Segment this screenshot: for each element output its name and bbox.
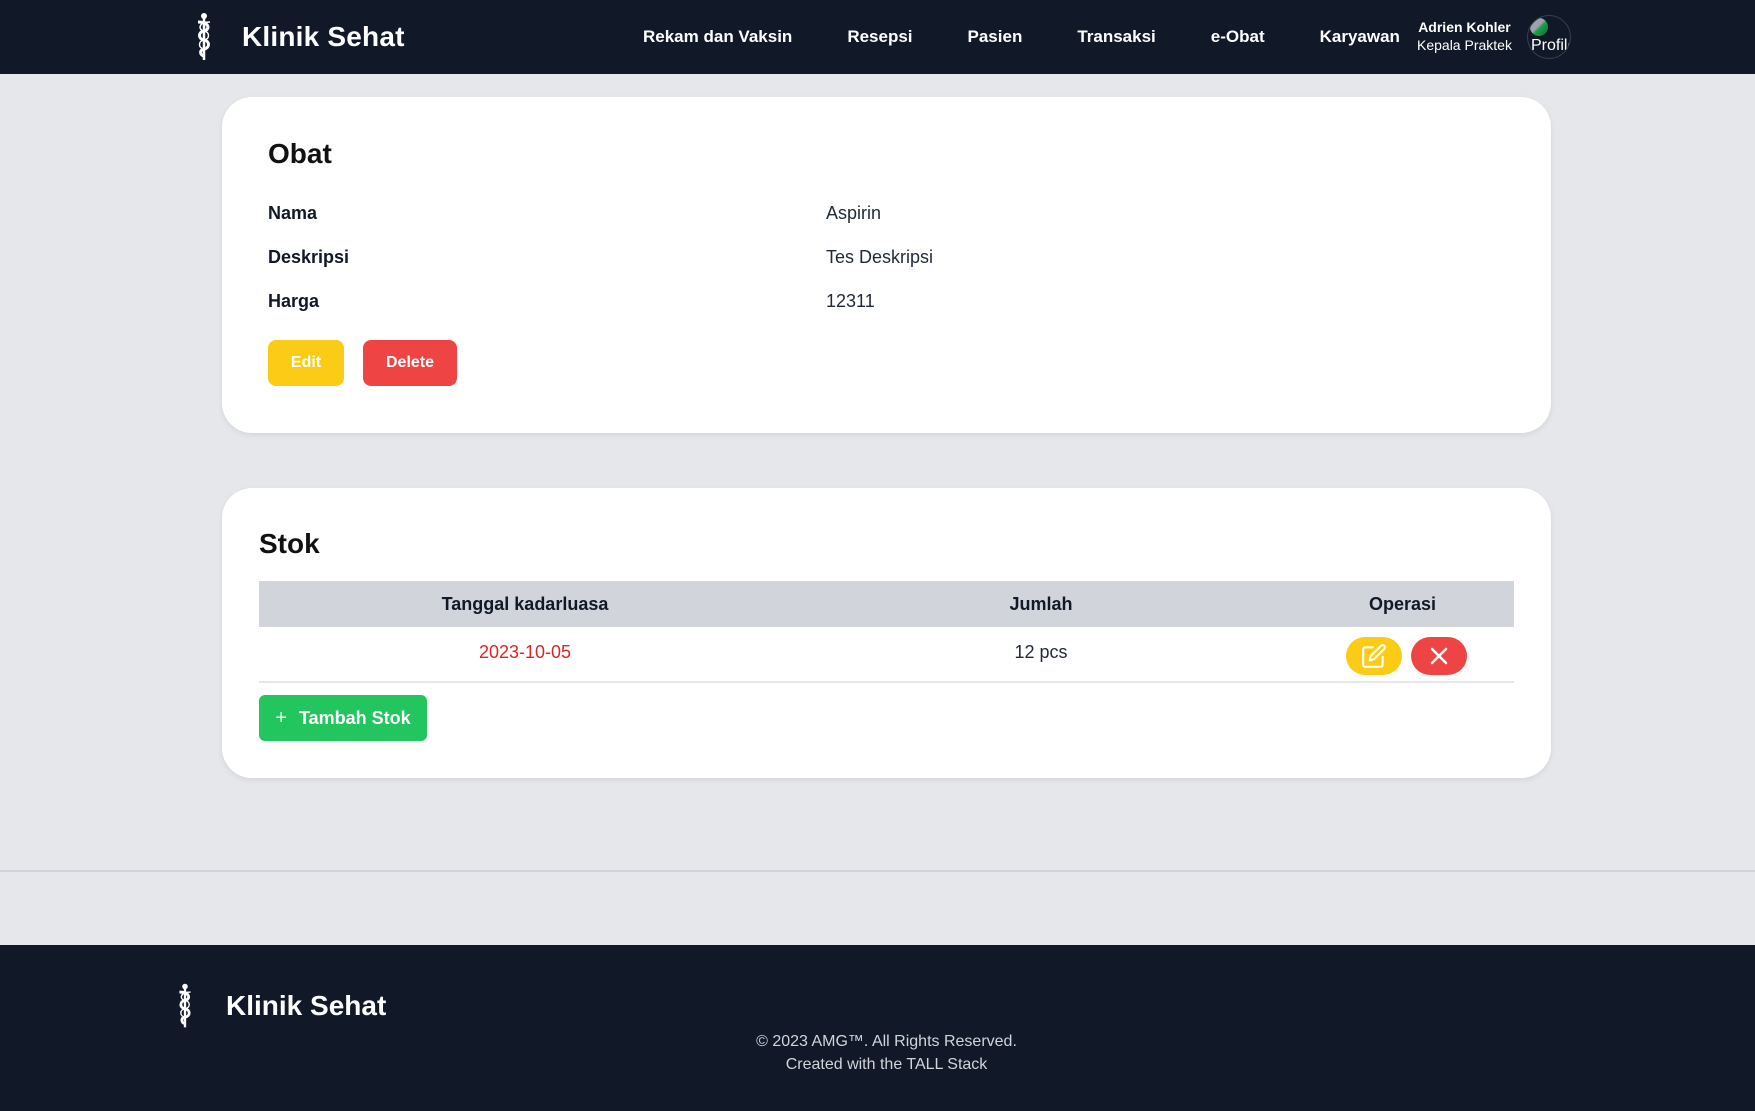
nama-value: Aspirin	[826, 203, 882, 223]
edit-button[interactable]: Edit	[268, 340, 344, 386]
column-header-operasi: Operasi	[1368, 594, 1437, 614]
delete-button[interactable]: Delete	[363, 340, 457, 386]
harga-value: 12311	[826, 291, 875, 311]
add-stock-label: Tambah Stok	[299, 707, 411, 728]
brand-logo-link[interactable]: Klinik Sehat	[190, 0, 405, 74]
deskripsi-value: Tes Deskripsi	[826, 247, 934, 267]
column-header-tanggal: Tanggal kadarluasa	[441, 594, 609, 614]
nav-e-obat[interactable]: e-Obat	[1211, 27, 1265, 47]
deskripsi-label: Deskripsi	[268, 247, 350, 267]
footer-divider	[0, 870, 1755, 872]
obat-title: Obat	[268, 138, 332, 169]
nav-transaksi[interactable]: Transaksi	[1077, 27, 1155, 47]
harga-label: Harga	[268, 291, 320, 311]
footer: Klinik Sehat © 2023 AMG™. All Rights Res…	[0, 945, 1755, 1111]
avatar-alt-text: Profile	[1531, 37, 1570, 54]
table-header: Tanggal kadarluasa Jumlah Operasi	[259, 581, 1514, 627]
table-row: 2023-10-05 12 pcs	[259, 627, 1514, 683]
column-header-jumlah: Jumlah	[1009, 594, 1073, 614]
broken-image-icon	[1530, 18, 1548, 36]
user-role: Kepala Praktek	[1417, 37, 1512, 53]
nav-pasien[interactable]: Pasien	[968, 27, 1023, 47]
add-stock-button[interactable]: + Tambah Stok	[259, 695, 427, 741]
edit-icon	[1362, 644, 1386, 668]
row-delete-button[interactable]	[1411, 637, 1467, 675]
footer-brand[interactable]: Klinik Sehat	[172, 981, 386, 1031]
nama-label: Nama	[268, 203, 318, 223]
user-info: Adrien Kohler Kepala Praktek	[1417, 18, 1512, 54]
cell-jumlah: 12 pcs	[1014, 642, 1068, 662]
row-edit-button[interactable]	[1346, 637, 1402, 675]
main-nav: Rekam dan Vaksin Resepsi Pasien Transaks…	[643, 0, 1400, 74]
footer-brand-name: Klinik Sehat	[226, 990, 387, 1021]
caduceus-icon	[197, 13, 211, 60]
nav-resepsi[interactable]: Resepsi	[847, 27, 912, 47]
cell-tanggal: 2023-10-05	[478, 642, 572, 662]
plus-icon: +	[275, 707, 287, 729]
top-navbar: Klinik Sehat Rekam dan Vaksin Resepsi Pa…	[0, 0, 1755, 74]
copyright-text: © 2023 AMG™. All Rights Reserved.	[756, 1033, 1017, 1050]
stok-card: Stok Tanggal kadarluasa Jumlah Operasi 2…	[222, 488, 1551, 778]
stok-title: Stok	[259, 528, 320, 559]
close-icon	[1430, 647, 1448, 665]
created-with-text: Created with the TALL Stack	[785, 1056, 988, 1073]
nav-rekam-dan-vaksin[interactable]: Rekam dan Vaksin	[643, 27, 792, 47]
obat-card: Obat Nama Aspirin Deskripsi Tes Deskrips…	[222, 97, 1551, 433]
stok-table: Tanggal kadarluasa Jumlah Operasi 2023-1…	[259, 581, 1514, 683]
brand-name: Klinik Sehat	[242, 21, 405, 52]
caduceus-icon	[179, 983, 191, 1028]
nav-karyawan[interactable]: Karyawan	[1320, 27, 1400, 47]
user-name: Adrien Kohler	[1418, 19, 1511, 35]
avatar[interactable]: Profile	[1527, 15, 1571, 59]
